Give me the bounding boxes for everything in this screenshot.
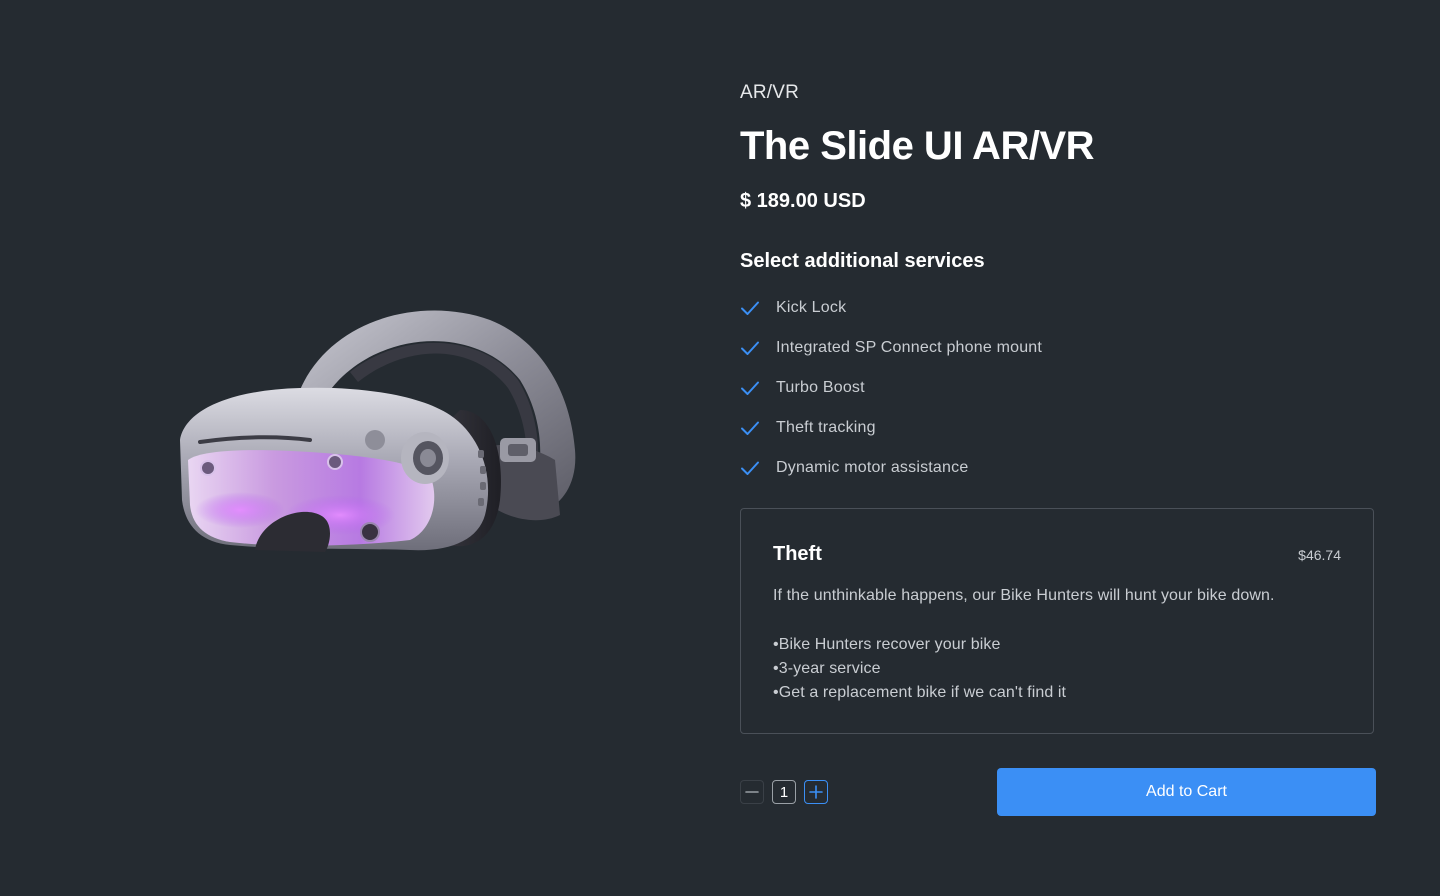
card-price: $46.74	[1298, 547, 1341, 563]
vr-headset-image	[180, 310, 576, 552]
quantity-input[interactable]	[772, 780, 796, 804]
service-label: Theft tracking	[776, 419, 876, 436]
quantity-stepper	[740, 780, 828, 804]
service-item-turbo-boost[interactable]: Turbo Boost	[740, 368, 1042, 408]
card-bullet: Get a replacement bike if we can't find …	[773, 681, 1066, 705]
service-label: Dynamic motor assistance	[776, 459, 969, 476]
product-price: $ 189.00 USD	[740, 190, 866, 212]
service-item-motor-assistance[interactable]: Dynamic motor assistance	[740, 448, 1042, 488]
decrease-quantity-button[interactable]	[740, 780, 764, 804]
check-icon	[741, 421, 759, 435]
check-icon	[741, 301, 759, 315]
service-info-card: Theft $46.74 If the unthinkable happens,…	[740, 508, 1374, 734]
service-label: Kick Lock	[776, 299, 847, 316]
services-list: Kick Lock Integrated SP Connect phone mo…	[740, 288, 1042, 488]
services-heading: Select additional services	[740, 250, 985, 272]
card-bullet: Bike Hunters recover your bike	[773, 633, 1066, 657]
check-icon	[741, 461, 759, 475]
card-title: Theft	[773, 543, 822, 565]
card-bullet: 3-year service	[773, 657, 1066, 681]
service-label: Turbo Boost	[776, 379, 865, 396]
product-title: The Slide UI AR/VR	[740, 124, 1095, 168]
product-category: AR/VR	[740, 82, 800, 103]
plus-icon	[809, 785, 823, 799]
increase-quantity-button[interactable]	[804, 780, 828, 804]
card-description: If the unthinkable happens, our Bike Hun…	[773, 587, 1275, 604]
product-page: AR/VR The Slide UI AR/VR $ 189.00 USD Se…	[0, 0, 1440, 896]
minus-icon	[745, 791, 759, 793]
service-label: Integrated SP Connect phone mount	[776, 339, 1043, 356]
check-icon	[741, 381, 759, 395]
service-item-theft-tracking[interactable]: Theft tracking	[740, 408, 1042, 448]
add-to-cart-button[interactable]: Add to Cart	[997, 768, 1376, 816]
check-icon	[741, 341, 759, 355]
card-bullet-list: Bike Hunters recover your bike 3-year se…	[773, 633, 1066, 705]
service-item-phone-mount[interactable]: Integrated SP Connect phone mount	[740, 328, 1042, 368]
service-item-kick-lock[interactable]: Kick Lock	[740, 288, 1042, 328]
